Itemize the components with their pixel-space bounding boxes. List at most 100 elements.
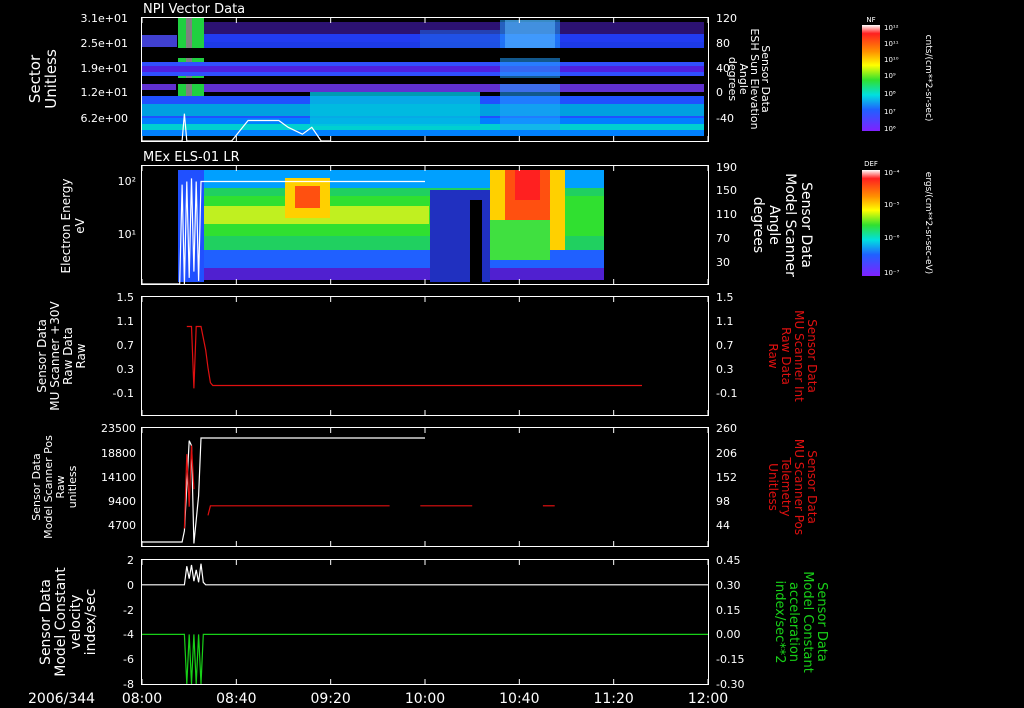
p3-ylabel-line: Sensor Data bbox=[35, 319, 49, 393]
p5-ylabel-line: Model Constant bbox=[53, 567, 69, 677]
x-tick-label: 10:40 bbox=[499, 691, 539, 707]
p5-ytick: -4 bbox=[123, 628, 134, 641]
p5-ytick: 2 bbox=[127, 554, 134, 567]
x-tick-label: 09:20 bbox=[310, 691, 350, 707]
panel-4-frame bbox=[141, 427, 709, 547]
p3-ytick-right: 1.5 bbox=[716, 291, 734, 304]
x-tick-label: 08:00 bbox=[122, 691, 162, 707]
p4-ylabel-line: unitless bbox=[66, 465, 79, 508]
p4-ytick: 9400 bbox=[108, 495, 136, 508]
p2-ylabel-right-line: degrees bbox=[750, 197, 766, 253]
panel-3-frame bbox=[141, 296, 709, 416]
npi-spectrogram bbox=[142, 18, 704, 141]
x-tick-label: 11:20 bbox=[593, 691, 633, 707]
p4-ytick: 4700 bbox=[108, 519, 136, 532]
panel-4-right-ticks: 260 206 152 98 44 bbox=[716, 422, 737, 532]
p4-telemetry-line bbox=[207, 505, 390, 516]
panel-4-left-ticks: 23500 18800 14100 9400 4700 bbox=[101, 422, 136, 532]
p4-ytick-right: 44 bbox=[716, 519, 730, 532]
x-tick-label: 10:00 bbox=[405, 691, 445, 707]
p5-ytick: -6 bbox=[123, 653, 134, 666]
colorbar-nf-gradient bbox=[862, 25, 880, 131]
date-label: 2006/344 bbox=[28, 691, 95, 707]
p2-ytick: 10¹ bbox=[118, 228, 136, 241]
p3-ylabel-line: Raw bbox=[74, 343, 88, 368]
p1-ytick-right: -40 bbox=[716, 112, 734, 125]
p5-ylabel-right-line: index/sec**2 bbox=[772, 580, 787, 663]
p3-ylabel-right-line: Raw bbox=[766, 343, 780, 368]
p2-ylabel-right-line: Sensor Data bbox=[798, 182, 814, 268]
p3-ylabel-line: Raw Data bbox=[61, 327, 75, 385]
p1-ytick-right: 0 bbox=[716, 86, 723, 99]
p5-acceleration-line bbox=[142, 633, 708, 685]
p5-ylabel-line: velocity bbox=[68, 595, 84, 650]
colorbar-def-gradient bbox=[862, 170, 880, 276]
p3-ylabel-right-line: Raw Data bbox=[779, 327, 793, 385]
panel-5-left-ticks: 2 0 -2 -4 -6 -8 bbox=[123, 554, 134, 691]
colorbar-nf-tick: 10¹² bbox=[884, 24, 899, 32]
p4-ylabel-right-line: Telemetry bbox=[779, 456, 793, 516]
p4-ylabel-right-line: Unitless bbox=[766, 463, 780, 511]
p5-ylabel-right-line: acceleration bbox=[786, 582, 801, 662]
p1-ytick-right: 120 bbox=[716, 12, 737, 25]
p5-ytick-right: 0.45 bbox=[716, 554, 741, 567]
p1-ytick: 1.2e+01 bbox=[81, 86, 128, 99]
p1-ytick: 2.5e+01 bbox=[81, 37, 128, 50]
p2-ylabel-line: Electron Energy bbox=[59, 178, 73, 273]
p4-ylabel-right-line: MU Scanner Pos bbox=[792, 439, 806, 535]
colorbar-nf-tick: 10⁸ bbox=[884, 90, 896, 98]
p4-ytick-right: 260 bbox=[716, 422, 737, 435]
p1-ytick-right: 80 bbox=[716, 37, 730, 50]
p2-ylabel-line: eV bbox=[73, 217, 87, 233]
colorbar-nf-tick: 10⁹ bbox=[884, 72, 896, 80]
p5-ytick: 0 bbox=[127, 579, 134, 592]
p2-ytick-right: 70 bbox=[716, 232, 730, 245]
p4-ytick: 23500 bbox=[101, 422, 136, 435]
p3-ylabel-right-line: Sensor Data bbox=[805, 319, 819, 393]
p3-ytick-right: -0.1 bbox=[716, 387, 737, 400]
p4-ytick-right: 206 bbox=[716, 447, 737, 460]
right-axis-titles: Sensor Data ESH Sun Elevation Angle degr… bbox=[726, 28, 829, 672]
p4-ytick-right: 152 bbox=[716, 471, 737, 484]
x-tick-label: 12:00 bbox=[688, 691, 728, 707]
p3-ylabel-right-line: MU Scanner Int bbox=[792, 310, 806, 402]
p2-ylabel-right-line: Model Scanner bbox=[782, 173, 798, 277]
p5-velocity-line bbox=[142, 563, 708, 586]
p5-ylabel-line: Sensor Data bbox=[38, 579, 54, 665]
p3-ytick-right: 0.3 bbox=[716, 363, 734, 376]
p3-ytick: 1.5 bbox=[117, 291, 135, 304]
colorbar-nf-label: NF bbox=[866, 16, 875, 24]
p4-ytick: 14100 bbox=[101, 471, 136, 484]
colorbar-nf-tick: 10¹⁰ bbox=[884, 56, 899, 64]
colorbar-def: DEF 10⁻⁴ 10⁻⁵ 10⁻⁶ 10⁻⁷ ergs/(cm**2-sr-s… bbox=[862, 160, 933, 277]
panel-1-title: NPI Vector Data bbox=[143, 2, 245, 17]
p3-ytick-right: 1.1 bbox=[716, 315, 734, 328]
p5-ylabel-right-line: Model Constant bbox=[800, 571, 815, 673]
colorbar-def-unit: ergs/(cm**2-sr-sec-eV) bbox=[923, 172, 933, 274]
panel-5-frame bbox=[141, 559, 709, 685]
p4-ylabel-right-line: Sensor Data bbox=[805, 450, 819, 524]
panel-3-left-ticks: 1.5 1.1 0.7 0.3 -0.1 bbox=[113, 291, 134, 400]
x-tick-label: 08:40 bbox=[216, 691, 256, 707]
p2-ytick: 10² bbox=[118, 175, 136, 188]
p3-ytick: 1.1 bbox=[117, 315, 135, 328]
chart-canvas: NPI Vector Data MEx ELS-01 LR 3.1e+01 2.… bbox=[26, 2, 933, 707]
colorbar-nf-tick: 10⁷ bbox=[884, 108, 896, 116]
p5-ylabel-right-line: Sensor Data bbox=[814, 582, 829, 662]
colorbar-nf: NF 10¹² 10¹¹ 10¹⁰ 10⁹ 10⁸ 10⁷ 10⁶ cnts/(… bbox=[862, 16, 933, 133]
colorbar-nf-unit: cnts/(cm**2-sr-sec) bbox=[923, 35, 933, 122]
panel-3-right-ticks: 1.5 1.1 0.7 0.3 -0.1 bbox=[716, 291, 737, 400]
p3-ytick: 0.3 bbox=[117, 363, 135, 376]
p5-ytick: -8 bbox=[123, 678, 134, 691]
colorbar-nf-tick: 10¹¹ bbox=[884, 40, 899, 48]
colorbar-def-tick: 10⁻⁶ bbox=[884, 234, 900, 242]
p1-ytick: 3.1e+01 bbox=[81, 12, 128, 25]
panel-2-left-ticks: 10² 10¹ bbox=[118, 175, 136, 241]
p2-ytick-right: 190 bbox=[716, 161, 737, 174]
panel-1-left-ticks: 3.1e+01 2.5e+01 1.9e+01 1.2e+01 6.2e+00 bbox=[81, 12, 128, 125]
p4-ytick: 18800 bbox=[101, 447, 136, 460]
p2-ytick-right: 110 bbox=[716, 208, 737, 221]
time-axis: 2006/344 08:00 08:40 09:20 10:00 10:40 11:20 1… bbox=[28, 691, 728, 707]
p3-series-line bbox=[186, 325, 642, 389]
p5-ytick-right: -0.15 bbox=[716, 653, 744, 666]
